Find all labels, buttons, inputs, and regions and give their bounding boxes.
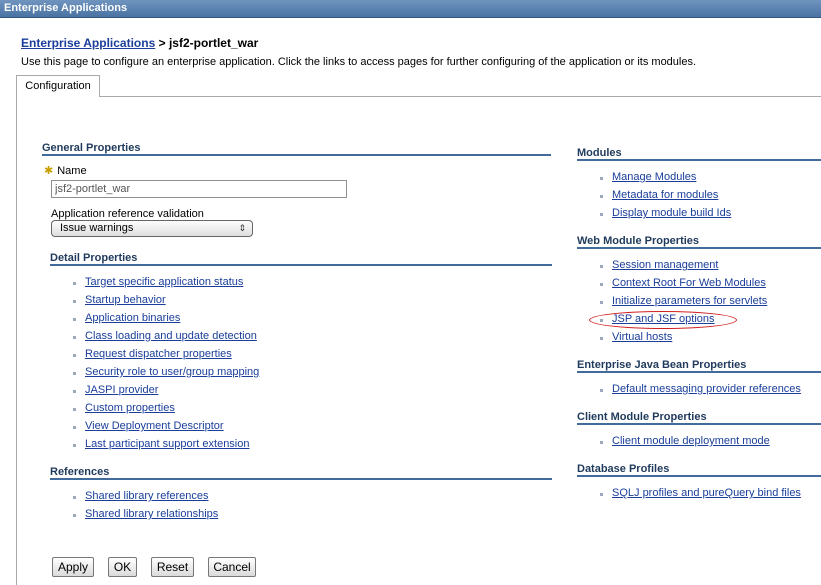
- breadcrumb-separator: >: [155, 36, 169, 50]
- breadcrumb: Enterprise Applications > jsf2-portlet_w…: [21, 36, 258, 50]
- web-module-link[interactable]: Initialize parameters for servlets: [612, 295, 767, 307]
- validation-select[interactable]: Issue warnings ⇕: [51, 220, 253, 237]
- bullet-icon: [600, 493, 603, 496]
- tab-configuration[interactable]: Configuration: [16, 75, 100, 97]
- bullet-icon: [600, 283, 603, 286]
- references-link[interactable]: Shared library relationships: [85, 508, 218, 520]
- modules-rule: [577, 159, 821, 161]
- bullet-icon: [73, 496, 76, 499]
- web-module-link[interactable]: Session management: [612, 259, 718, 271]
- detail-link[interactable]: Class loading and update detection: [85, 330, 257, 342]
- validation-label: Application reference validation: [51, 208, 204, 220]
- ejb-link[interactable]: Default messaging provider references: [612, 383, 801, 395]
- client-link[interactable]: Client module deployment mode: [612, 435, 770, 447]
- bullet-icon: [600, 319, 603, 322]
- required-star-icon: ✱: [44, 165, 54, 177]
- ejb-properties-title: Enterprise Java Bean Properties: [577, 359, 747, 371]
- references-title: References: [50, 466, 110, 478]
- bullet-icon: [600, 177, 603, 180]
- modules-link[interactable]: Metadata for modules: [612, 189, 718, 201]
- web-module-properties-title: Web Module Properties: [577, 235, 700, 247]
- ejb-properties-rule: [577, 371, 821, 373]
- bullet-icon: [73, 390, 76, 393]
- general-properties-title: General Properties: [42, 142, 141, 154]
- bullet-icon: [73, 408, 76, 411]
- cancel-button[interactable]: Cancel: [208, 557, 256, 577]
- ok-button[interactable]: OK: [108, 557, 137, 577]
- general-properties-rule: [42, 154, 551, 156]
- bullet-icon: [73, 354, 76, 357]
- client-module-properties-title: Client Module Properties: [577, 411, 707, 423]
- bullet-icon: [600, 301, 603, 304]
- bullet-icon: [73, 300, 76, 303]
- database-link[interactable]: SQLJ profiles and pureQuery bind files: [612, 487, 801, 499]
- client-module-properties-rule: [577, 423, 821, 425]
- bullet-icon: [73, 318, 76, 321]
- detail-link[interactable]: Startup behavior: [85, 294, 166, 306]
- detail-link[interactable]: JASPI provider: [85, 384, 158, 396]
- bullet-icon: [73, 282, 76, 285]
- bullet-icon: [600, 441, 603, 444]
- name-label-text: Name: [57, 165, 87, 177]
- web-module-link[interactable]: Context Root For Web Modules: [612, 277, 766, 289]
- bullet-icon: [73, 444, 76, 447]
- modules-link[interactable]: Display module build Ids: [612, 207, 731, 219]
- references-rule: [50, 478, 552, 480]
- bullet-icon: [73, 514, 76, 517]
- detail-link[interactable]: View Deployment Descriptor: [85, 420, 224, 432]
- breadcrumb-current: jsf2-portlet_war: [168, 36, 259, 50]
- bullet-icon: [600, 337, 603, 340]
- reset-button[interactable]: Reset: [151, 557, 194, 577]
- detail-properties-rule: [50, 264, 552, 266]
- page-description: Use this page to configure an enterprise…: [21, 56, 697, 68]
- bullet-icon: [600, 389, 603, 392]
- bullet-icon: [600, 265, 603, 268]
- name-field[interactable]: [51, 180, 347, 198]
- modules-link[interactable]: Manage Modules: [612, 171, 696, 183]
- detail-properties-title: Detail Properties: [50, 252, 138, 264]
- breadcrumb-link-enterprise-applications[interactable]: Enterprise Applications: [21, 36, 155, 50]
- bullet-icon: [73, 336, 76, 339]
- database-profiles-title: Database Profiles: [577, 463, 670, 475]
- detail-link[interactable]: Target specific application status: [85, 276, 243, 288]
- bullet-icon: [600, 195, 603, 198]
- detail-link[interactable]: Last participant support extension: [85, 438, 250, 450]
- name-label: ✱ Name: [44, 164, 87, 177]
- validation-select-value: Issue warnings: [60, 222, 134, 234]
- detail-link[interactable]: Application binaries: [85, 312, 180, 324]
- bullet-icon: [73, 426, 76, 429]
- window-title: Enterprise Applications: [0, 0, 821, 18]
- select-arrows-icon: ⇕: [238, 223, 246, 233]
- apply-button[interactable]: Apply: [52, 557, 94, 577]
- modules-title: Modules: [577, 147, 622, 159]
- database-profiles-rule: [577, 475, 821, 477]
- web-module-properties-rule: [577, 247, 821, 249]
- references-link[interactable]: Shared library references: [85, 490, 209, 502]
- web-module-link[interactable]: JSP and JSF options: [612, 313, 715, 325]
- detail-link[interactable]: Security role to user/group mapping: [85, 366, 259, 378]
- web-module-link[interactable]: Virtual hosts: [612, 331, 672, 343]
- bullet-icon: [600, 213, 603, 216]
- detail-link[interactable]: Request dispatcher properties: [85, 348, 232, 360]
- detail-link[interactable]: Custom properties: [85, 402, 175, 414]
- bullet-icon: [73, 372, 76, 375]
